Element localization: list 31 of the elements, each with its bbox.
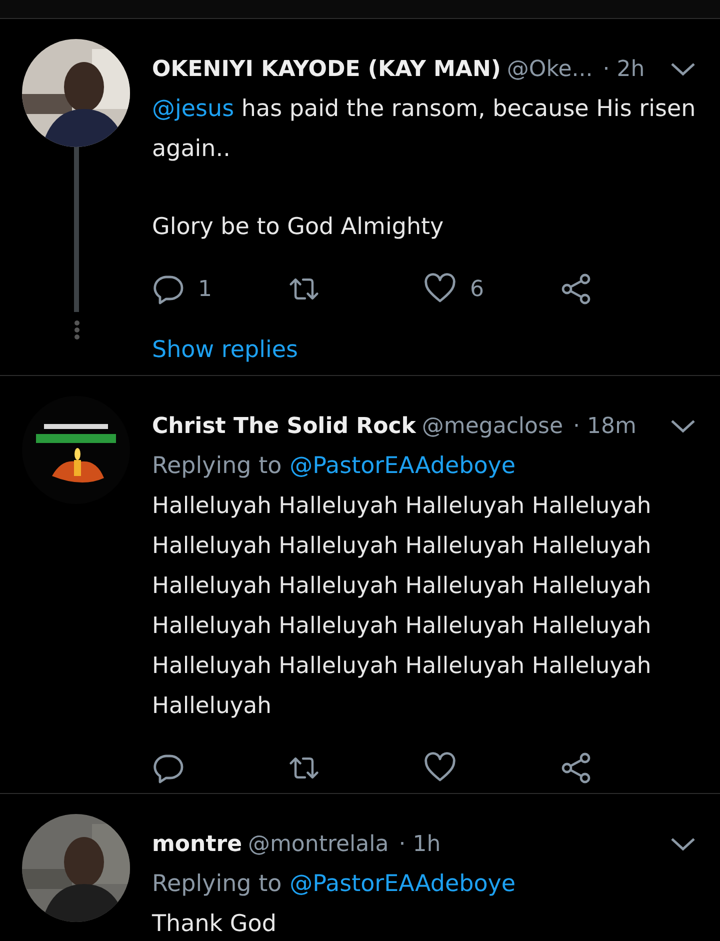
timestamp: · 1h [398,832,441,856]
replying-to-label: Replying to [152,453,282,479]
tweet-text: Glory be to God Almighty [152,213,445,242]
chevron-down-icon[interactable] [670,62,696,76]
user-name[interactable]: montre [152,832,242,856]
share-icon[interactable] [560,273,592,305]
replying-to-label: Replying to [152,871,282,897]
user-handle: @megaclose [422,414,563,438]
timestamp: · 18m [572,414,636,438]
show-replies-link[interactable]: Show replies [152,333,298,367]
thread-dots-icon [74,320,80,340]
action-count: 1 [198,276,212,302]
user-name[interactable]: OKENIYI KAYODE (KAY MAN) [152,56,501,82]
reply-icon[interactable] [152,273,184,305]
user-name[interactable]: Christ The Solid Rock [152,414,416,438]
tweet-text: @jesus has paid the ransom, because His risen again.. [152,95,696,164]
tweet-text: Halleluyah Halleluyah Halleluyah Halleluyah Halleluyah Halleluyah Halleluyah Halleluyah Halleluyah Halleluyah Halleluyah Halleluyah Halleluyah Halleluyah Halleluyah Halleluyah Halleluyah Halleluyah Halleluyah Halleluyah Halleluyah [152,492,652,721]
reply-icon[interactable] [152,752,184,784]
mention-link[interactable]: @jesus [152,96,234,122]
mention-link[interactable]: @PastorEAAdeboye [290,453,516,479]
chevron-down-icon[interactable] [670,419,696,433]
timestamp: · 2h [602,56,645,82]
heart-icon[interactable] [424,752,456,784]
user-handle: @Oke... [506,56,593,82]
mention-link[interactable]: @PastorEAAdeboye [290,871,516,897]
share-icon[interactable] [560,752,592,784]
tweet-text: Thank God [152,910,278,939]
user-handle: @montrelala [248,832,389,856]
heart-icon[interactable] [424,273,456,305]
chevron-down-icon[interactable] [670,837,696,851]
action-count: 6 [470,276,484,302]
